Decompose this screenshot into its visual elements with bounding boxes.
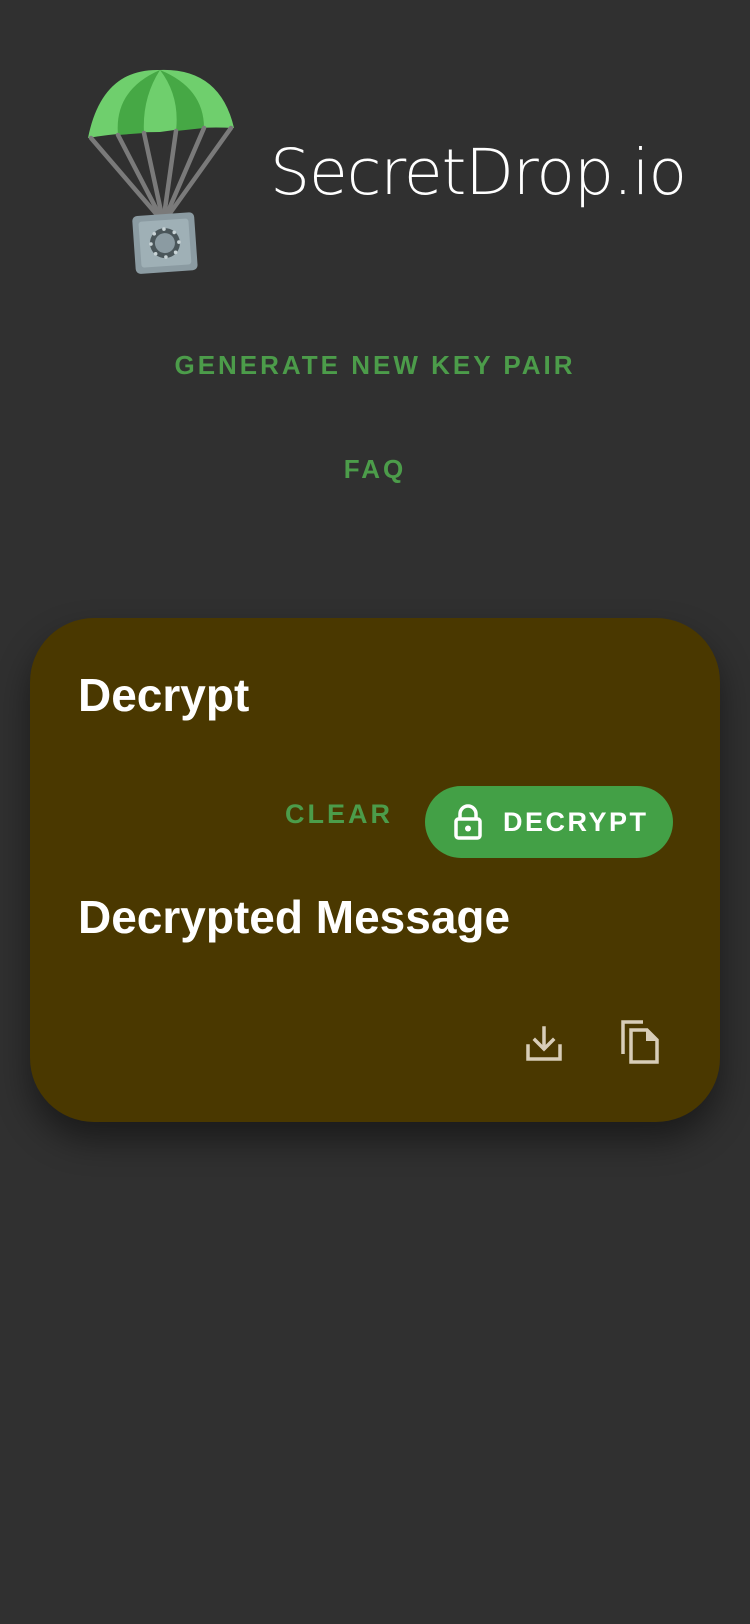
decrypt-button[interactable]: DECRYPT [425, 786, 673, 858]
clear-button[interactable]: CLEAR [274, 788, 404, 838]
faq-link[interactable]: FAQ [0, 454, 750, 485]
lock-icon [453, 804, 483, 840]
decrypt-heading: Decrypt [78, 669, 250, 721]
parachute-safe-icon [88, 69, 234, 274]
decrypt-button-label: DECRYPT [503, 806, 649, 837]
app-title: SecretDrop.io [270, 136, 687, 209]
generate-key-pair-link[interactable]: GENERATE NEW KEY PAIR [0, 350, 750, 381]
decrypted-message-heading: Decrypted Message [78, 891, 511, 943]
decrypt-card: Decrypt CLEAR DECRYPT Decrypted Message [30, 618, 720, 1122]
download-icon[interactable] [520, 1020, 568, 1068]
app-header: SecretDrop.io [0, 0, 750, 300]
copy-icon[interactable] [615, 1018, 663, 1066]
